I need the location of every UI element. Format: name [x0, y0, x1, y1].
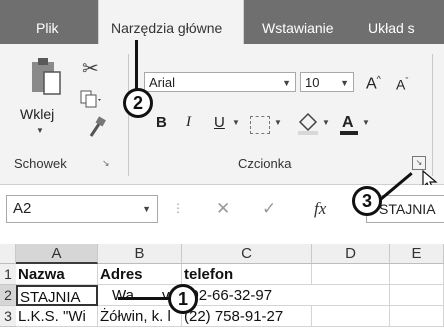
- cell[interactable]: Adres: [98, 264, 182, 285]
- grow-font-button[interactable]: A^: [366, 74, 381, 93]
- callout-3: 3: [352, 186, 382, 216]
- enter-icon[interactable]: ✓: [262, 199, 276, 219]
- ribbon: Wklej ▼ ✂ Schowek ↘ Arial ▼ 10 ▼ A^ Aˇ B…: [0, 44, 444, 191]
- bold-button[interactable]: B: [156, 114, 167, 131]
- cut-icon[interactable]: ✂: [82, 56, 99, 81]
- borders-icon[interactable]: [250, 116, 270, 134]
- column-header-d[interactable]: D: [312, 244, 390, 264]
- cell[interactable]: [390, 285, 444, 306]
- callout-2: 2: [123, 88, 153, 118]
- group-divider: [432, 54, 433, 176]
- row-header[interactable]: 3: [0, 306, 16, 327]
- font-size-select[interactable]: 10 ▼: [300, 72, 354, 92]
- cell[interactable]: [390, 264, 444, 285]
- paste-dropdown-icon[interactable]: ▼: [36, 126, 44, 135]
- font-name-select[interactable]: Arial ▼: [144, 72, 296, 92]
- cell[interactable]: L.K.S. "Wi: [16, 306, 98, 327]
- cell[interactable]: [312, 285, 390, 306]
- font-size-value: 10: [305, 75, 320, 90]
- cell[interactable]: [312, 306, 390, 327]
- format-painter-icon[interactable]: [88, 116, 106, 138]
- cancel-icon[interactable]: ✕: [216, 199, 230, 219]
- cell[interactable]: Żółwin, k. l: [98, 306, 182, 327]
- paste-icon[interactable]: [30, 54, 62, 96]
- clipboard-group-label: Schowek: [14, 156, 67, 171]
- font-name-value: Arial: [149, 75, 176, 90]
- fill-color-dropdown-icon[interactable]: ▼: [322, 118, 330, 127]
- column-header-b[interactable]: B: [98, 244, 182, 264]
- more-icon: ⋮: [172, 201, 184, 215]
- clipboard-launcher-icon[interactable]: ↘: [102, 158, 110, 169]
- tab-home[interactable]: Narzędzia główne: [98, 0, 244, 44]
- chevron-down-icon: ▼: [142, 204, 151, 214]
- underline-button[interactable]: U: [214, 114, 225, 131]
- name-box[interactable]: A2 ▼: [6, 195, 158, 223]
- row-header[interactable]: 1: [0, 264, 16, 285]
- fill-color-icon[interactable]: [296, 110, 320, 136]
- tab-insert[interactable]: Wstawianie: [262, 0, 334, 44]
- column-header-c[interactable]: C: [182, 244, 312, 264]
- ribbon-tab-bar: Plik Narzędzia główne Wstawianie Układ s: [0, 0, 444, 44]
- select-all-corner[interactable]: [0, 244, 16, 264]
- tab-file[interactable]: Plik: [36, 0, 59, 44]
- name-box-value: A2: [13, 200, 32, 217]
- borders-dropdown-icon[interactable]: ▼: [274, 118, 282, 127]
- insert-function-button[interactable]: fx: [314, 199, 326, 219]
- row-header[interactable]: 2: [0, 285, 16, 306]
- chevron-down-icon: ▼: [340, 78, 349, 88]
- font-color-dropdown-icon[interactable]: ▼: [362, 118, 370, 127]
- cell[interactable]: [312, 264, 390, 285]
- italic-button[interactable]: I: [186, 114, 191, 131]
- column-header-a[interactable]: A: [16, 244, 98, 264]
- cell[interactable]: Nazwa: [16, 264, 98, 285]
- copy-icon[interactable]: [80, 90, 102, 108]
- cell[interactable]: (22) 758-91-27: [182, 306, 312, 327]
- callout-1: 1: [168, 284, 198, 314]
- font-color-icon[interactable]: A: [338, 110, 360, 136]
- svg-text:A: A: [342, 114, 354, 131]
- tab-page-layout[interactable]: Układ s: [368, 0, 415, 44]
- active-cell[interactable]: STAJNIA: [16, 285, 98, 306]
- font-dialog-launcher-icon[interactable]: ↘: [412, 156, 426, 170]
- cell[interactable]: telefon: [182, 264, 312, 285]
- shrink-font-label: A: [396, 76, 406, 93]
- grow-font-label: A: [366, 75, 377, 93]
- shrink-font-button[interactable]: Aˇ: [396, 76, 408, 93]
- worksheet-grid: A B C D E 1 Nazwa Adres telefon 2 STAJNI…: [0, 244, 444, 328]
- callout-1-pointer: [118, 297, 172, 300]
- cell[interactable]: [390, 306, 444, 327]
- column-header-e[interactable]: E: [390, 244, 444, 264]
- paste-button[interactable]: Wklej: [20, 106, 54, 122]
- chevron-down-icon: ▼: [282, 78, 291, 88]
- font-group-label: Czcionka: [238, 156, 292, 171]
- underline-dropdown-icon[interactable]: ▼: [232, 118, 240, 127]
